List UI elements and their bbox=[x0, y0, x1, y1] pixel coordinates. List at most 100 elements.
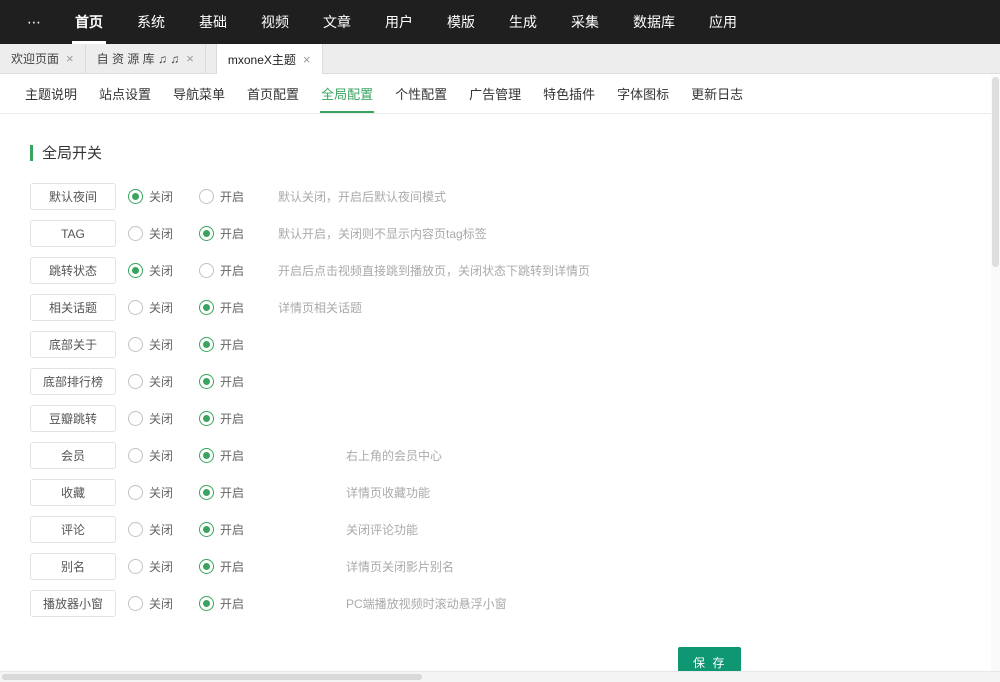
radio-label: 关闭 bbox=[149, 336, 173, 353]
subtab-changelog[interactable]: 更新日志 bbox=[680, 74, 754, 113]
subtab-home-config[interactable]: 首页配置 bbox=[236, 74, 310, 113]
radio-group-related-topic: 关闭 开启 bbox=[128, 299, 266, 316]
radio-label: 开启 bbox=[220, 262, 244, 279]
radio-off-night-mode[interactable]: 关闭 bbox=[128, 188, 173, 205]
radio-off-footer-rank[interactable]: 关闭 bbox=[128, 373, 173, 390]
radio-label: 开启 bbox=[220, 558, 244, 575]
tab-welcome[interactable]: 欢迎页面 × bbox=[0, 44, 86, 73]
tab-label: 自 资 源 库 ♫ ♫ bbox=[97, 50, 180, 67]
topnav-item-more[interactable]: ⋯ bbox=[10, 0, 58, 44]
topnav-item-template[interactable]: 模版 bbox=[430, 0, 492, 44]
radio-on-related-topic[interactable]: 开启 bbox=[199, 299, 244, 316]
topnav-item-home[interactable]: 首页 bbox=[58, 0, 120, 44]
radio-label: 开启 bbox=[220, 188, 244, 205]
radio-off-tag[interactable]: 关闭 bbox=[128, 225, 173, 242]
radio-on-tag[interactable]: 开启 bbox=[199, 225, 244, 242]
top-navbar: ⋯首页系统基础视频文章用户模版生成采集数据库应用 bbox=[0, 0, 1000, 44]
subtab-personal-config[interactable]: 个性配置 bbox=[384, 74, 458, 113]
topnav-item-system[interactable]: 系统 bbox=[120, 0, 182, 44]
radio-circle-icon bbox=[199, 485, 214, 500]
subtab-featured-plugins[interactable]: 特色插件 bbox=[532, 74, 606, 113]
subtab-ad-manage[interactable]: 广告管理 bbox=[458, 74, 532, 113]
radio-group-jump-status: 关闭 开启 bbox=[128, 262, 266, 279]
subtab-theme-intro[interactable]: 主题说明 bbox=[14, 74, 88, 113]
setting-row-player-float: 播放器小窗关闭开启PC端播放视频时滚动悬浮小窗 bbox=[30, 590, 970, 617]
setting-row-footer-rank: 底部排行榜关闭开启 bbox=[30, 368, 970, 395]
vertical-scrollbar[interactable] bbox=[991, 75, 1000, 671]
radio-off-douban-jump[interactable]: 关闭 bbox=[128, 410, 173, 427]
setting-row-comment: 评论关闭开启关闭评论功能 bbox=[30, 516, 970, 543]
radio-on-player-float[interactable]: 开启 bbox=[199, 595, 244, 612]
tab-close-icon[interactable]: × bbox=[186, 52, 194, 65]
setting-label-related-topic: 相关话题 bbox=[30, 294, 116, 321]
radio-group-comment: 关闭 开启 bbox=[128, 521, 266, 538]
horizontal-scrollbar-thumb[interactable] bbox=[2, 674, 422, 680]
radio-on-jump-status[interactable]: 开启 bbox=[199, 262, 244, 279]
radio-group-night-mode: 关闭 开启 bbox=[128, 188, 266, 205]
radio-circle-icon bbox=[128, 300, 143, 315]
radio-label: 开启 bbox=[220, 373, 244, 390]
radio-on-alias[interactable]: 开启 bbox=[199, 558, 244, 575]
subtab-font-icons[interactable]: 字体图标 bbox=[606, 74, 680, 113]
topnav-item-article[interactable]: 文章 bbox=[306, 0, 368, 44]
radio-group-footer-about: 关闭 开启 bbox=[128, 336, 266, 353]
topnav-item-collect[interactable]: 采集 bbox=[554, 0, 616, 44]
radio-on-footer-about[interactable]: 开启 bbox=[199, 336, 244, 353]
topnav-item-user[interactable]: 用户 bbox=[368, 0, 430, 44]
tab-resource-lib[interactable]: 自 资 源 库 ♫ ♫ × bbox=[86, 44, 206, 73]
radio-circle-icon bbox=[128, 189, 143, 204]
subtab-site-settings[interactable]: 站点设置 bbox=[88, 74, 162, 113]
radio-label: 开启 bbox=[220, 336, 244, 353]
setting-desc-jump-status: 开启后点击视频直接跳到播放页，关闭状态下跳转到详情页 bbox=[278, 262, 590, 279]
tab-label: 欢迎页面 bbox=[11, 50, 59, 67]
radio-off-member[interactable]: 关闭 bbox=[128, 447, 173, 464]
tab-close-icon[interactable]: × bbox=[303, 53, 311, 66]
radio-circle-icon bbox=[128, 559, 143, 574]
radio-off-comment[interactable]: 关闭 bbox=[128, 521, 173, 538]
radio-circle-icon bbox=[199, 189, 214, 204]
topnav-item-video[interactable]: 视频 bbox=[244, 0, 306, 44]
radio-off-footer-about[interactable]: 关闭 bbox=[128, 336, 173, 353]
radio-label: 关闭 bbox=[149, 262, 173, 279]
section-accent-bar-icon bbox=[30, 145, 33, 161]
section-title: 全局开关 bbox=[30, 142, 970, 163]
tab-mxonex-theme[interactable]: mxoneX主题× bbox=[216, 44, 323, 74]
horizontal-scrollbar[interactable] bbox=[0, 671, 1000, 682]
radio-on-member[interactable]: 开启 bbox=[199, 447, 244, 464]
setting-row-member: 会员关闭开启右上角的会员中心 bbox=[30, 442, 970, 469]
radio-circle-icon bbox=[199, 411, 214, 426]
radio-group-member: 关闭 开启 bbox=[128, 447, 266, 464]
radio-off-jump-status[interactable]: 关闭 bbox=[128, 262, 173, 279]
setting-label-night-mode: 默认夜间 bbox=[30, 183, 116, 210]
topnav-item-app[interactable]: 应用 bbox=[692, 0, 754, 44]
radio-label: 开启 bbox=[220, 410, 244, 427]
radio-off-favorite[interactable]: 关闭 bbox=[128, 484, 173, 501]
radio-on-footer-rank[interactable]: 开启 bbox=[199, 373, 244, 390]
subtab-global-config[interactable]: 全局配置 bbox=[310, 74, 384, 113]
radio-on-favorite[interactable]: 开启 bbox=[199, 484, 244, 501]
topnav-item-basic[interactable]: 基础 bbox=[182, 0, 244, 44]
radio-off-alias[interactable]: 关闭 bbox=[128, 558, 173, 575]
radio-label: 开启 bbox=[220, 447, 244, 464]
radio-off-player-float[interactable]: 关闭 bbox=[128, 595, 173, 612]
setting-label-alias: 别名 bbox=[30, 553, 116, 580]
subtab-nav-menu[interactable]: 导航菜单 bbox=[162, 74, 236, 113]
radio-off-related-topic[interactable]: 关闭 bbox=[128, 299, 173, 316]
radio-circle-icon bbox=[199, 300, 214, 315]
radio-circle-icon bbox=[128, 522, 143, 537]
setting-label-member: 会员 bbox=[30, 442, 116, 469]
radio-circle-icon bbox=[128, 226, 143, 241]
radio-circle-icon bbox=[199, 522, 214, 537]
setting-label-footer-about: 底部关于 bbox=[30, 331, 116, 358]
topnav-item-generate[interactable]: 生成 bbox=[492, 0, 554, 44]
radio-on-douban-jump[interactable]: 开启 bbox=[199, 410, 244, 427]
radio-on-night-mode[interactable]: 开启 bbox=[199, 188, 244, 205]
setting-label-tag: TAG bbox=[30, 220, 116, 247]
radio-circle-icon bbox=[128, 374, 143, 389]
radio-label: 开启 bbox=[220, 225, 244, 242]
setting-label-player-float: 播放器小窗 bbox=[30, 590, 116, 617]
tab-close-icon[interactable]: × bbox=[66, 52, 74, 65]
radio-on-comment[interactable]: 开启 bbox=[199, 521, 244, 538]
topnav-item-database[interactable]: 数据库 bbox=[616, 0, 692, 44]
vertical-scrollbar-thumb[interactable] bbox=[992, 77, 999, 267]
